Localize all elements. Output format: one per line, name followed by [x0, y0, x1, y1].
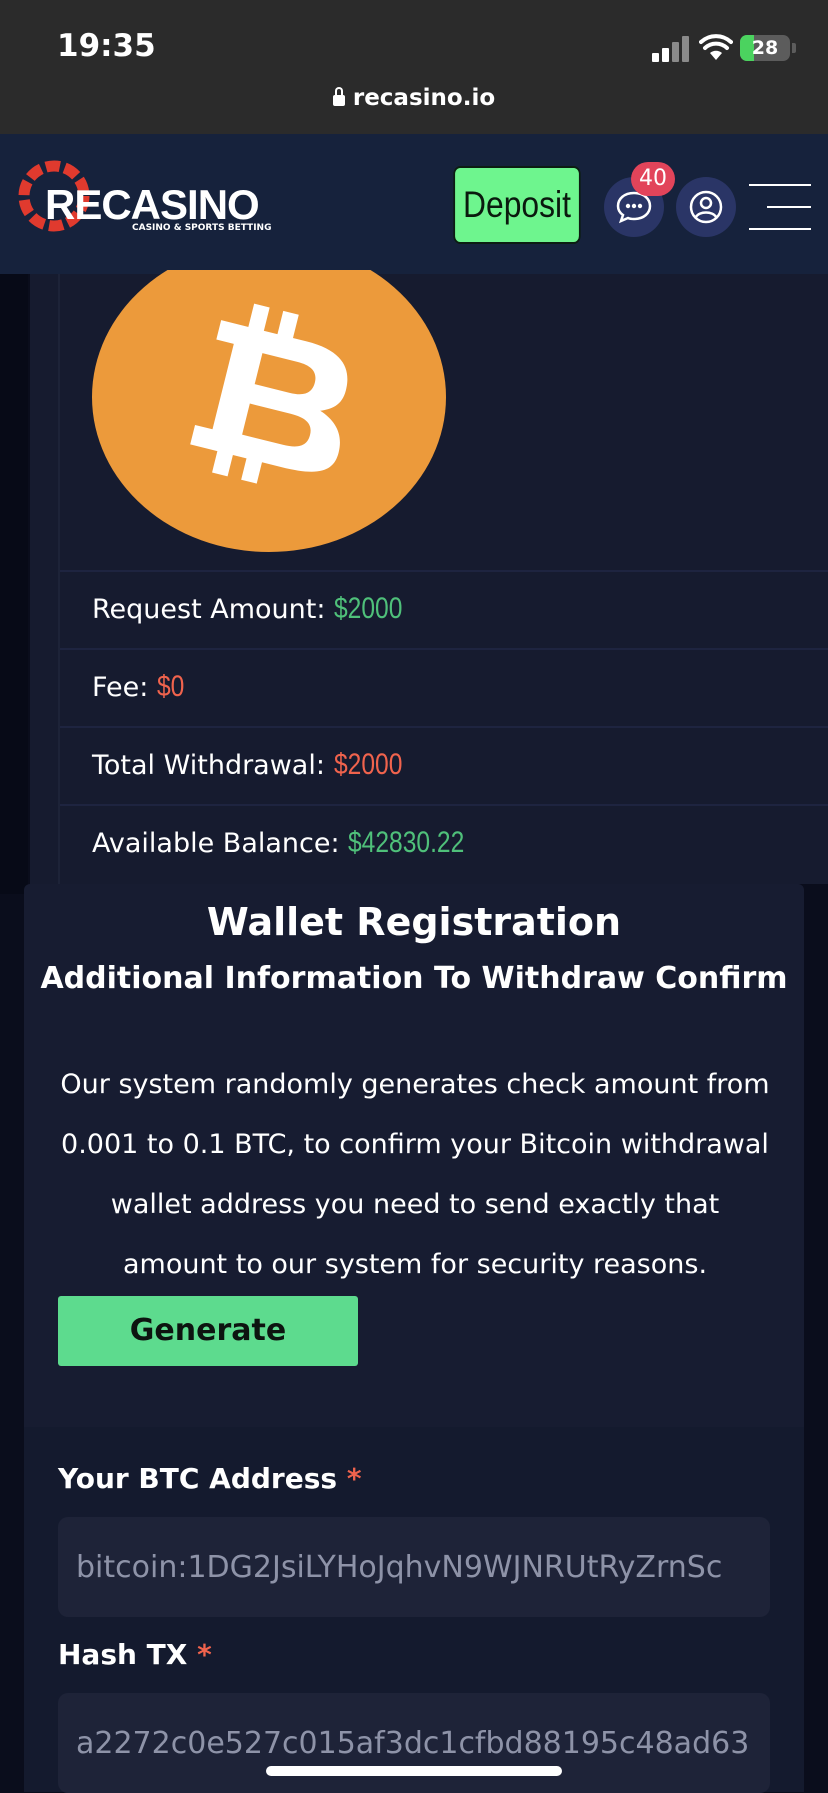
- address-bar[interactable]: recasino.io: [0, 85, 828, 111]
- wifi-icon: [699, 34, 733, 60]
- lock-icon: [332, 87, 345, 106]
- bitcoin-icon: [92, 270, 446, 552]
- wallet-title: Wallet Registration: [206, 900, 622, 944]
- deposit-button[interactable]: Deposit: [453, 166, 581, 244]
- btc-address-input[interactable]: [58, 1517, 770, 1617]
- profile-button[interactable]: [676, 177, 736, 237]
- page-edge: [0, 274, 28, 894]
- available-balance-label: Available Balance:: [92, 828, 340, 859]
- fee-label: Fee:: [92, 672, 149, 703]
- home-indicator: [266, 1766, 562, 1776]
- wallet-subtitle: Additional Information To Withdraw Confi…: [40, 961, 788, 996]
- url-text: recasino.io: [352, 85, 496, 111]
- hamburger-menu-icon[interactable]: [749, 184, 811, 230]
- required-mark: *: [197, 1638, 212, 1671]
- battery-icon: 28: [740, 35, 790, 61]
- available-balance-value: $42830.22: [348, 826, 465, 859]
- wallet-description: Our system randomly generates check amou…: [60, 1069, 770, 1280]
- fee-row: Fee: $0: [60, 648, 828, 724]
- cellular-signal-icon: [652, 36, 692, 62]
- total-withdrawal-value: $2000: [333, 748, 402, 781]
- logo-tagline: CASINO & SPORTS BETTING: [132, 223, 272, 233]
- logo-text[interactable]: RECASINO: [45, 181, 260, 229]
- request-amount-label: Request Amount:: [92, 594, 326, 625]
- required-mark: *: [346, 1462, 362, 1495]
- total-withdrawal-label: Total Withdrawal:: [92, 750, 325, 781]
- fee-value: $0: [156, 670, 185, 703]
- available-balance-row: Available Balance: $42830.22: [60, 804, 828, 880]
- hash-tx-input[interactable]: [58, 1693, 770, 1793]
- notification-badge: 40: [631, 162, 675, 196]
- ios-status-bar: 19:35 28 recasino.io: [0, 0, 828, 134]
- request-amount-value: $2000: [334, 592, 403, 625]
- generate-button[interactable]: Generate: [58, 1296, 358, 1366]
- site-header: RECASINO CASINO & SPORTS BETTING Deposit…: [0, 134, 828, 274]
- status-time: 19:35: [57, 28, 156, 64]
- user-icon: [689, 190, 723, 224]
- total-withdrawal-row: Total Withdrawal: $2000: [60, 726, 828, 802]
- battery-percent: 28: [751, 37, 779, 59]
- btc-address-label: Your BTC Address *: [58, 1462, 362, 1495]
- hash-tx-label: Hash TX *: [58, 1638, 212, 1671]
- request-amount-row: Request Amount: $2000: [60, 570, 828, 646]
